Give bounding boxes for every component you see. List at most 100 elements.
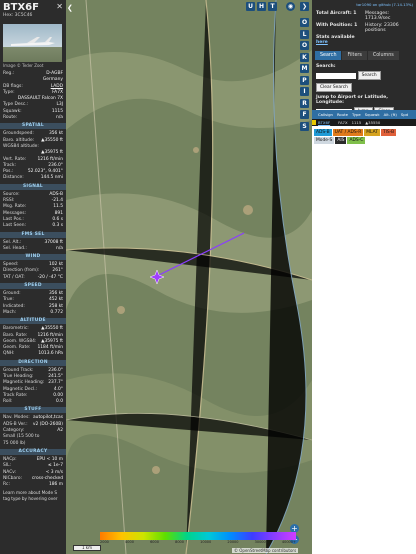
source-badge: Mode-S	[314, 137, 335, 144]
map-side-button[interactable]: R	[300, 98, 309, 108]
source-badge: AIS	[335, 137, 347, 144]
info-value: n/a	[56, 245, 63, 251]
source-badge: TIS-B	[380, 129, 397, 136]
layers-icon[interactable]: ◉	[286, 2, 295, 11]
info-row: Roll: 0.0	[0, 399, 66, 405]
info-value: A2	[57, 428, 63, 434]
map-scale: 1 km	[73, 545, 101, 551]
history-count: History: 23306 positions	[365, 23, 399, 33]
aircraft-info-panel: BTX6F ✕ Hex: 3C5C46 Image © Teder Zoot R…	[0, 0, 66, 554]
table-cell: FA7X	[338, 120, 348, 125]
collapse-panel-icon[interactable]: ❮	[67, 4, 75, 12]
info-row: Mach: 0.772	[0, 310, 66, 316]
section-direction: DIRECTION	[0, 359, 66, 366]
table-cell: ▲35550	[365, 120, 381, 125]
info-row: TAT / OAT: -20 / -47 °C	[0, 275, 66, 281]
close-icon[interactable]: ✕	[56, 2, 63, 11]
map-button-t[interactable]: T	[268, 2, 277, 11]
version-link[interactable]: tar1090 on github (7.14.13%)	[312, 0, 416, 9]
info-value: ▲35550 ft	[41, 137, 63, 143]
info-key: Rc:	[3, 482, 10, 488]
column-header[interactable]: Callsign	[316, 112, 335, 117]
tab-search[interactable]: Search	[315, 51, 342, 60]
column-header[interactable]: Alt. (ft)	[382, 112, 399, 117]
search-input[interactable]	[316, 72, 356, 79]
map-side-button[interactable]: L	[300, 29, 309, 39]
info-key: Distance:	[3, 175, 24, 181]
map-side-button[interactable]: P	[300, 75, 309, 85]
map-side-button[interactable]: M	[300, 64, 309, 73]
section-altitude: ALTITUDE	[0, 318, 66, 325]
section-fms: FMS SEL	[0, 231, 66, 238]
photo-credit: Image © Teder Zoot	[3, 63, 44, 68]
column-header[interactable]: Squawk	[363, 112, 382, 117]
jump-label: Jump to Airport or Latitude, Longitude:	[316, 95, 388, 105]
source-badge: ADS-C	[347, 137, 366, 144]
info-key: Route:	[3, 115, 18, 121]
info-value: -20 / -47 °C	[37, 274, 63, 280]
map-view[interactable]	[66, 0, 312, 554]
section-spatial: SPATIAL	[0, 123, 66, 130]
stats-available: Stats available here	[316, 35, 363, 45]
footnote: Learn more about Mode S tag type by hove…	[3, 490, 58, 501]
total-aircraft: Total Aircraft: 1	[316, 11, 357, 16]
info-key: TAT / OAT:	[3, 274, 25, 280]
stats-link[interactable]: here	[316, 40, 328, 45]
table-cell: BTX6F	[318, 120, 331, 125]
altitude-label: 8000	[175, 540, 185, 544]
info-key: Roll:	[3, 399, 13, 405]
info-value: 0.772	[50, 309, 63, 315]
source-badge: UAT / ADS-R	[332, 129, 364, 136]
altitude-label: 40000+	[281, 540, 296, 544]
map-side-button[interactable]: O	[300, 18, 309, 27]
tab-filters[interactable]: Filters	[342, 51, 367, 60]
aircraft-silhouette-icon	[11, 37, 55, 46]
aircraft-photo[interactable]	[3, 24, 62, 62]
info-row: Distance: 144.5 nmi	[0, 175, 66, 181]
map-button-h[interactable]: H	[257, 2, 266, 11]
section-wind: WIND	[0, 254, 66, 261]
map-side-button[interactable]: K	[300, 52, 309, 62]
info-key: WGS84 altitude:	[3, 143, 39, 149]
table-header: Callsign Route Type Squawk Alt. (ft) Spd	[312, 110, 416, 119]
table-row[interactable]: BTX6F FA7X 1115 ▲35550	[312, 119, 416, 126]
info-key: Reg.:	[3, 71, 15, 76]
map-side-button[interactable]: O	[300, 41, 309, 50]
map-side-button[interactable]: F	[300, 110, 309, 119]
altitude-label: 4000	[125, 540, 134, 544]
expand-panel-icon[interactable]: ❯	[300, 2, 309, 11]
tab-columns[interactable]: Columns	[367, 51, 399, 60]
messages-rate: Messages: 1713.9/sec	[365, 11, 391, 21]
aircraft-list-panel: tar1090 on github (7.14.13%) Total Aircr…	[312, 0, 416, 554]
clear-search-button[interactable]: Clear Search	[316, 83, 352, 92]
info-row: 75 000 lb)	[0, 441, 66, 447]
info-value: 0.3 s	[52, 223, 63, 229]
info-value: n/a	[56, 115, 63, 121]
altitude-label: 10000	[200, 540, 212, 544]
info-row: Sel. Head.: n/a	[0, 246, 66, 252]
column-header[interactable]: Spd	[399, 112, 410, 117]
column-header[interactable]: Route	[335, 112, 350, 117]
aircraft-table: Callsign Route Type Squawk Alt. (ft) Spd BTX6…	[312, 110, 416, 554]
source-legend: ADS-B UAT / ADS-R MLAT TIS-B Mode-S AIS ADS-C	[312, 126, 416, 147]
search-button[interactable]: Search	[357, 71, 381, 80]
source-badge: ADS-B	[314, 129, 332, 136]
altitude-label: 2000	[100, 540, 109, 544]
map-terrain	[66, 0, 312, 554]
info-row: Last Seen: 0.3 s	[0, 223, 66, 229]
column-header[interactable]: Type	[350, 112, 363, 117]
info-row: Route: n/a	[0, 115, 66, 121]
map-button-u[interactable]: U	[246, 2, 255, 11]
info-value: 1013.6 hPa	[38, 351, 63, 357]
map-attribution[interactable]: © OpenStreetMap contributors	[232, 548, 299, 553]
map-side-button[interactable]: I	[300, 87, 309, 96]
altitude-color-labels: 2000 4000 6000 8000 10000 20000 30000 40000+	[100, 540, 296, 544]
hex-label: Hex: 3C5C46	[3, 13, 33, 18]
source-badge: MLAT	[364, 129, 380, 136]
section-speed: SPEED	[0, 283, 66, 290]
map-side-button[interactable]: S	[300, 121, 309, 131]
info-row: QNH: 1013.6 hPa	[0, 351, 66, 357]
section-stuff: STUFF	[0, 407, 66, 414]
altitude-label: 30000	[254, 540, 266, 544]
info-key: Mach:	[3, 309, 17, 315]
